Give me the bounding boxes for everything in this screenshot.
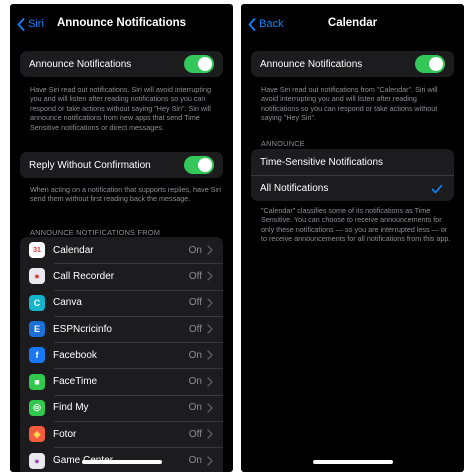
chevron-right-icon xyxy=(207,429,213,439)
row-separator xyxy=(54,421,223,422)
option-time-sensitive[interactable]: Time-Sensitive Notifications xyxy=(251,149,454,175)
canva-icon: C xyxy=(29,294,45,311)
row-separator xyxy=(54,289,223,291)
app-name: FaceTime xyxy=(53,376,98,388)
app-row-facetime[interactable]: ■ FaceTime On xyxy=(20,368,223,394)
app-status: On xyxy=(188,402,202,414)
fotor-icon: ◆ xyxy=(29,426,45,443)
reply-without-confirmation-row: Reply Without Confirmation xyxy=(20,152,223,178)
call-recorder-icon: ● xyxy=(29,268,45,285)
app-row-canva[interactable]: C Canva Off xyxy=(20,289,223,316)
app-name: ESPNcricinfo xyxy=(53,323,112,335)
app-name: Find My xyxy=(53,402,89,414)
toggle-knob xyxy=(198,158,212,172)
announce-group: Announce Notifications xyxy=(20,51,223,77)
game-center-icon: ● xyxy=(29,452,45,469)
reply-without-confirmation-toggle[interactable] xyxy=(184,156,214,174)
app-status: Off xyxy=(188,297,202,309)
announce-notifications-toggle[interactable] xyxy=(184,55,214,73)
announce-notifications-row: Announce Notifications xyxy=(20,51,223,77)
options-footnote: "Calendar" classifies some of its notifi… xyxy=(261,206,451,244)
app-name: Fotor xyxy=(53,428,77,440)
app-name: Canva xyxy=(53,297,82,309)
nav-bar: Back Calendar xyxy=(241,4,464,38)
announce-section-header: ANNOUNCE xyxy=(261,139,305,148)
app-row-calendar[interactable]: 31 Calendar On xyxy=(20,237,223,263)
app-list: 31 Calendar On ● Call Recorder Off C Canva Off E E… xyxy=(20,237,223,472)
row-separator xyxy=(54,368,223,369)
announce-notifications-row: Announce Notifications xyxy=(251,51,454,77)
announce-notifications-toggle[interactable] xyxy=(415,55,445,73)
app-name: Calendar xyxy=(53,244,94,256)
app-status: On xyxy=(188,376,202,388)
announce-footnote: Have Siri read out notifications. Siri w… xyxy=(30,85,211,132)
find-my-icon: ◎ xyxy=(29,399,45,416)
facetime-icon: ■ xyxy=(29,373,45,390)
calendar-icon: 31 xyxy=(29,242,45,259)
app-row-call-recorder[interactable]: ● Call Recorder Off xyxy=(20,263,223,289)
app-row-find-my[interactable]: ◎ Find My On xyxy=(20,394,223,421)
row-separator xyxy=(54,263,223,264)
option-time-sensitive-label: Time-Sensitive Notifications xyxy=(260,156,384,168)
page-title: Calendar xyxy=(327,17,378,29)
row-separator xyxy=(54,315,223,317)
reply-group: Reply Without Confirmation xyxy=(20,152,223,178)
checkmark-icon xyxy=(431,184,443,194)
chevron-right-icon xyxy=(207,350,213,361)
app-status: Off xyxy=(188,323,202,335)
row-separator xyxy=(54,447,223,448)
apps-section-header: ANNOUNCE NOTIFICATIONS FROM xyxy=(30,228,161,237)
chevron-right-icon xyxy=(207,298,213,308)
nav-bar: Siri Announce Notifications xyxy=(10,4,233,38)
home-indicator xyxy=(82,460,162,464)
app-status: On xyxy=(188,244,202,256)
app-status: On xyxy=(188,455,202,467)
chevron-right-icon xyxy=(207,455,213,466)
chevron-right-icon xyxy=(207,376,213,387)
chevron-right-icon xyxy=(207,271,213,282)
toggle-knob xyxy=(429,57,443,71)
app-row-espncricinfo[interactable]: E ESPNcricinfo Off xyxy=(20,315,223,342)
row-separator xyxy=(54,342,223,343)
reply-footnote: When acting on a notification that suppo… xyxy=(30,185,221,204)
option-all-notifications-label: All Notifications xyxy=(260,183,329,194)
facebook-icon: f xyxy=(29,347,45,364)
app-row-facebook[interactable]: f Facebook On xyxy=(20,342,223,368)
chevron-right-icon xyxy=(207,245,213,255)
app-row-fotor[interactable]: ◆ Fotor Off xyxy=(20,421,223,447)
row-separator xyxy=(54,394,223,396)
chevron-right-icon xyxy=(207,324,213,334)
page-title: Announce Notifications xyxy=(56,17,187,29)
chevron-right-icon xyxy=(207,403,213,413)
calendar-settings-screen: Back Calendar Announce Notifications Hav… xyxy=(241,4,464,472)
app-status: Off xyxy=(188,428,202,440)
announce-options-group: Time-Sensitive Notifications All Notific… xyxy=(251,149,454,201)
home-indicator xyxy=(313,460,393,464)
app-name: Call Recorder xyxy=(53,270,115,282)
app-name: Facebook xyxy=(53,349,97,361)
toggle-knob xyxy=(198,57,212,71)
app-status: Off xyxy=(188,270,202,282)
announce-group: Announce Notifications xyxy=(251,51,454,77)
announce-notifications-screen: Siri Announce Notifications Announce Not… xyxy=(10,4,233,472)
announce-footnote: Have Siri read out notifications from "C… xyxy=(261,85,438,123)
app-status: On xyxy=(188,349,202,361)
espncricinfo-icon: E xyxy=(29,321,45,338)
option-all-notifications[interactable]: All Notifications xyxy=(251,175,454,201)
